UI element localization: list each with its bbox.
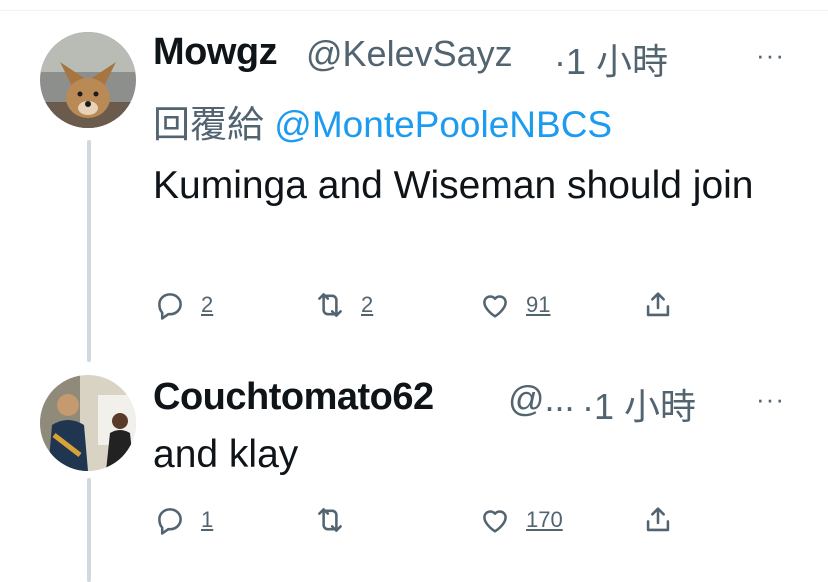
tweet-text: and klay xyxy=(153,433,299,476)
reply-to-line: 回覆給 @MontePooleNBCS xyxy=(153,94,612,148)
like-button[interactable]: 91 xyxy=(478,288,550,322)
more-icon[interactable]: ··· xyxy=(756,384,785,415)
share-icon xyxy=(646,507,670,532)
like-icon xyxy=(483,295,507,318)
user-handle[interactable]: @KelevSayz xyxy=(306,33,513,75)
user-handle[interactable]: @... xyxy=(508,378,575,420)
thread-line xyxy=(87,140,91,362)
reply-count: 2 xyxy=(201,292,214,317)
retweet-button[interactable]: 2 xyxy=(313,288,373,322)
like-button[interactable]: 170 xyxy=(478,503,563,537)
reply-icon xyxy=(158,293,182,320)
reply-count: 1 xyxy=(201,507,214,532)
reply-icon xyxy=(158,508,182,535)
retweet-icon xyxy=(318,293,342,317)
more-icon[interactable]: ··· xyxy=(756,40,785,71)
share-button[interactable] xyxy=(641,288,675,322)
display-name[interactable]: Couchtomato62 xyxy=(153,376,434,419)
timestamp[interactable]: ·1 小時 xyxy=(582,378,696,430)
display-name[interactable]: Mowgz xyxy=(153,31,278,74)
retweet-count: 2 xyxy=(361,292,374,317)
reply-prefix: 回覆給 xyxy=(153,104,264,145)
reply-button[interactable]: 2 xyxy=(153,288,213,322)
top-divider xyxy=(0,0,828,11)
avatar[interactable] xyxy=(40,375,136,471)
timestamp[interactable]: ·1 小時 xyxy=(554,33,668,85)
share-icon xyxy=(646,292,670,317)
like-icon xyxy=(483,510,507,533)
like-count: 91 xyxy=(526,292,551,317)
share-button[interactable] xyxy=(641,503,675,537)
tweet-text: Kuminga and Wiseman should join xyxy=(153,164,754,207)
retweet-icon xyxy=(318,508,342,532)
like-count: 170 xyxy=(526,507,563,532)
avatar[interactable] xyxy=(40,32,136,128)
thread-line xyxy=(87,478,91,582)
retweet-button[interactable] xyxy=(313,503,347,537)
reply-button[interactable]: 1 xyxy=(153,503,213,537)
mention-link[interactable]: @MontePooleNBCS xyxy=(274,104,612,145)
